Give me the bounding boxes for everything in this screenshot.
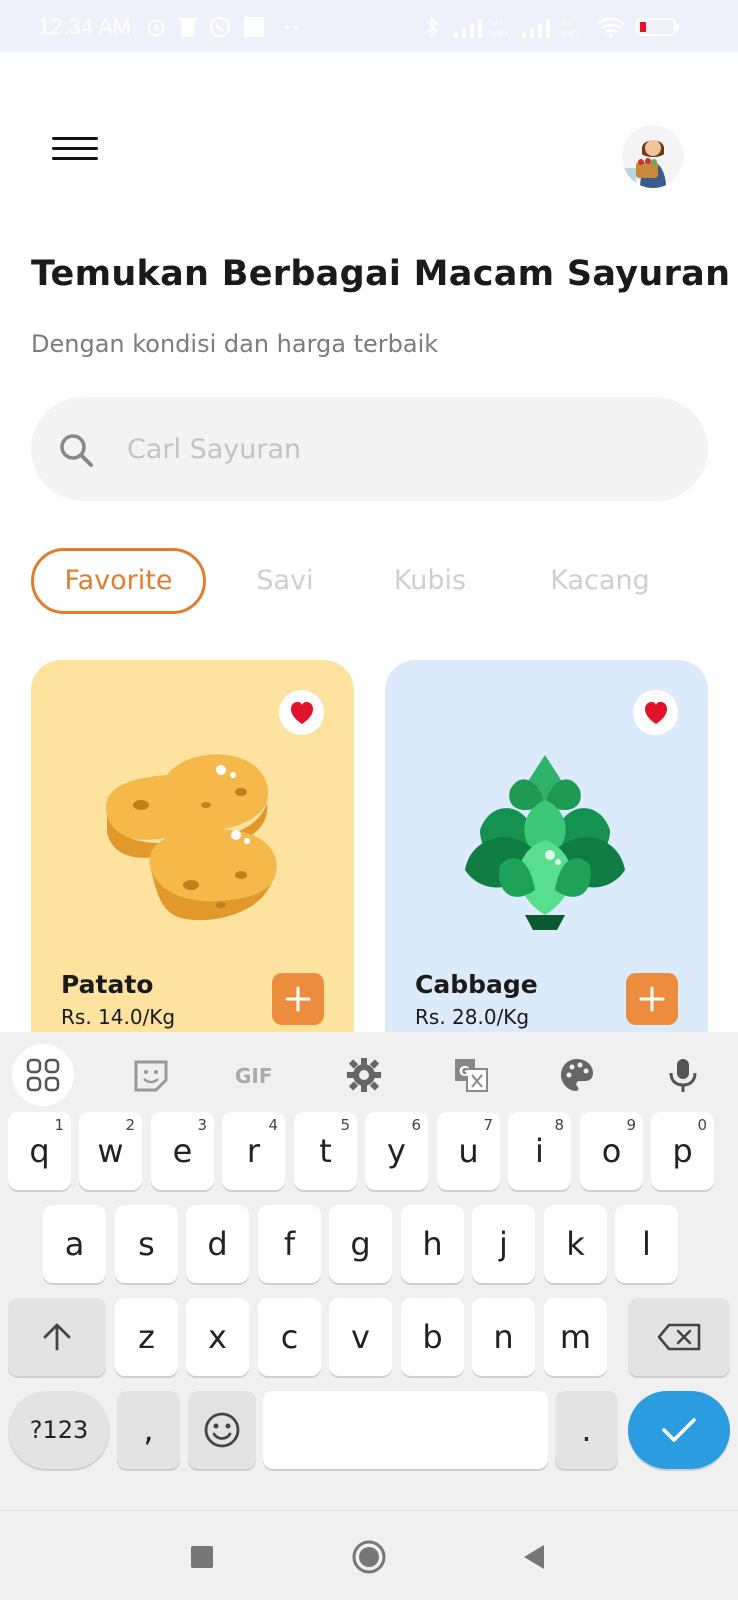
svg-text:WiFi: WiFi <box>560 28 577 38</box>
emoji-key[interactable] <box>188 1391 256 1469</box>
recents-square-icon[interactable] <box>190 1545 214 1569</box>
key-q[interactable]: q1 <box>8 1112 71 1190</box>
palette-icon[interactable] <box>546 1044 608 1106</box>
avatar[interactable] <box>622 124 684 188</box>
product-name: Cabbage <box>415 970 538 999</box>
key-p[interactable]: p0 <box>651 1112 714 1190</box>
svg-text:G: G <box>459 1065 470 1080</box>
search-input[interactable] <box>127 423 667 475</box>
comma-key[interactable]: , <box>117 1391 180 1469</box>
key-e[interactable]: e3 <box>151 1112 214 1190</box>
menu-icon[interactable] <box>52 135 98 163</box>
space-key[interactable] <box>263 1391 548 1469</box>
alarm-icon <box>147 19 165 37</box>
category-tab-favorite[interactable]: Favorite <box>31 548 206 614</box>
signal-icon-2 <box>522 19 550 38</box>
svg-text:Vo: Vo <box>492 17 502 27</box>
key-s[interactable]: s <box>115 1205 178 1283</box>
key-g[interactable]: g <box>329 1205 392 1283</box>
enter-key[interactable] <box>628 1391 730 1469</box>
page-title: Temukan Berbagai Macam Sayuran <box>31 254 731 294</box>
product-price: Rs. 28.0/Kg <box>415 1005 530 1029</box>
checkmark-icon <box>662 1418 696 1442</box>
mic-icon[interactable] <box>652 1044 714 1106</box>
trash-icon <box>179 18 197 37</box>
key-w[interactable]: w2 <box>79 1112 142 1190</box>
key-d[interactable]: d <box>186 1205 249 1283</box>
svg-text:WiFi: WiFi <box>490 28 507 38</box>
shift-arrow-icon <box>43 1323 71 1351</box>
period-key[interactable]: . <box>555 1391 618 1469</box>
viber-icon <box>209 16 231 38</box>
key-c[interactable]: c <box>258 1298 321 1376</box>
settings-icon[interactable] <box>333 1044 395 1106</box>
add-to-cart-button[interactable] <box>626 973 678 1025</box>
signal-icon <box>454 19 482 38</box>
symbols-key[interactable]: ?123 <box>8 1391 110 1469</box>
add-to-cart-button[interactable] <box>272 973 324 1025</box>
key-y[interactable]: y6 <box>365 1112 428 1190</box>
apps-icon[interactable] <box>12 1044 74 1106</box>
emoji-icon <box>204 1412 240 1448</box>
battery-icon <box>636 18 679 36</box>
key-n[interactable]: n <box>472 1298 535 1376</box>
wifi-icon <box>597 17 625 37</box>
status-time: 12:34 AM <box>38 14 131 39</box>
key-o[interactable]: o9 <box>580 1112 643 1190</box>
key-h[interactable]: h <box>401 1205 464 1283</box>
key-u[interactable]: u7 <box>437 1112 500 1190</box>
plus-icon <box>639 986 665 1012</box>
key-f[interactable]: f <box>258 1205 321 1283</box>
page-subtitle: Dengan kondisi dan harga terbaik <box>31 330 439 358</box>
vowifi-icon: VoWiFi <box>490 17 507 38</box>
back-triangle-icon[interactable] <box>522 1543 546 1571</box>
key-l[interactable]: l <box>615 1205 678 1283</box>
key-t[interactable]: t5 <box>294 1112 357 1190</box>
key-v[interactable]: v <box>329 1298 392 1376</box>
backspace-key[interactable] <box>628 1298 730 1376</box>
search-bar[interactable] <box>31 397 708 501</box>
svg-text:Vo: Vo <box>562 17 572 27</box>
cabbage-image <box>465 755 625 930</box>
plus-icon <box>285 986 311 1012</box>
key-a[interactable]: a <box>43 1205 106 1283</box>
keyboard-toolbar: GIF G <box>0 1032 738 1114</box>
heart-icon <box>290 701 314 724</box>
favorite-heart-button[interactable] <box>633 690 678 735</box>
backspace-icon <box>657 1323 701 1351</box>
key-r[interactable]: r4 <box>222 1112 285 1190</box>
system-nav-bar <box>0 1510 738 1600</box>
more-dots-icon <box>285 25 298 29</box>
vowifi-icon-2: VoWiFi <box>560 17 577 38</box>
key-i[interactable]: i8 <box>508 1112 571 1190</box>
key-j[interactable]: j <box>472 1205 535 1283</box>
product-name: Patato <box>61 970 154 999</box>
key-x[interactable]: x <box>186 1298 249 1376</box>
gif-icon[interactable]: GIF <box>226 1044 288 1106</box>
potato-image <box>105 754 277 921</box>
notification-square-icon <box>243 16 265 38</box>
bluetooth-icon <box>426 16 439 38</box>
product-card-cabbage[interactable]: Cabbage Rs. 28.0/Kg <box>385 660 708 1040</box>
shift-key[interactable] <box>8 1298 106 1376</box>
category-tab-kacang[interactable]: Kacang <box>540 548 660 614</box>
category-tab-savi[interactable]: Savi <box>240 548 330 614</box>
heart-icon <box>644 701 668 724</box>
favorite-heart-button[interactable] <box>279 690 324 735</box>
sticker-icon[interactable] <box>120 1044 182 1106</box>
key-m[interactable]: m <box>544 1298 607 1376</box>
search-icon <box>60 434 93 467</box>
key-b[interactable]: b <box>401 1298 464 1376</box>
product-price: Rs. 14.0/Kg <box>61 1005 176 1029</box>
translate-icon[interactable]: G <box>440 1044 502 1106</box>
key-z[interactable]: z <box>115 1298 178 1376</box>
svg-text:GIF: GIF <box>235 1064 273 1088</box>
product-card-potato[interactable]: Patato Rs. 14.0/Kg <box>31 660 354 1040</box>
status-bar: 12:34 AM Vo WiFi Vo WiFi <box>0 0 738 52</box>
home-circle-icon[interactable] <box>351 1539 387 1575</box>
category-tab-kubis[interactable]: Kubis <box>380 548 480 614</box>
key-k[interactable]: k <box>544 1205 607 1283</box>
